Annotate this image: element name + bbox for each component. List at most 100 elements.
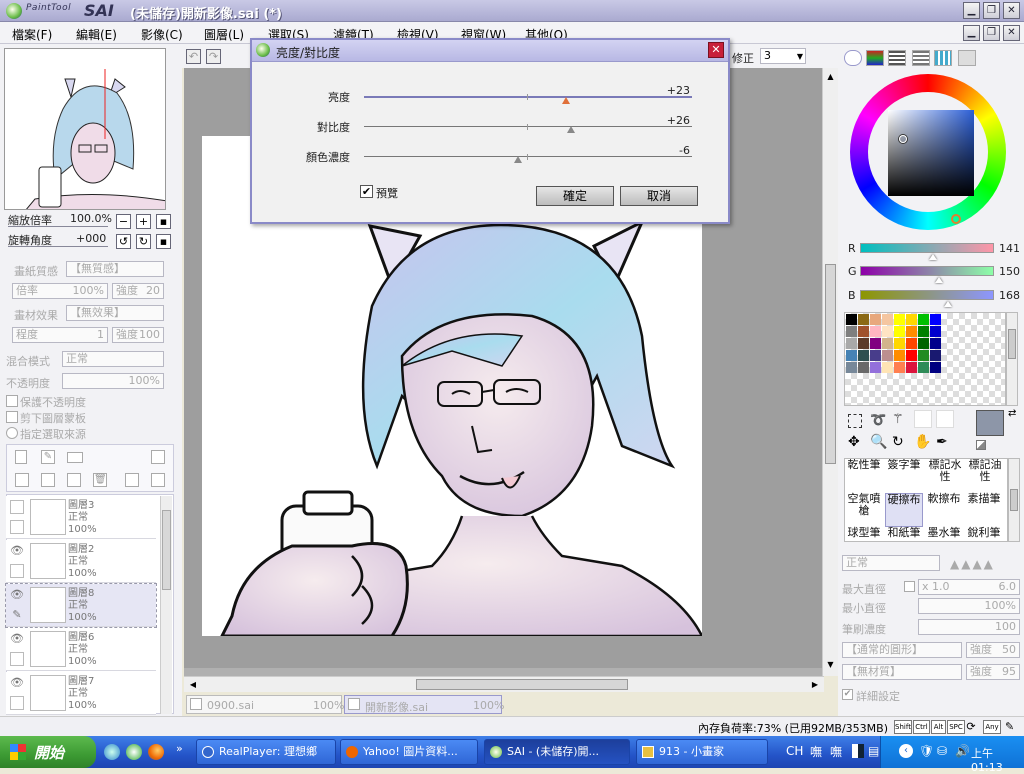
density-field[interactable]: 100: [918, 619, 1020, 635]
apply-mask-icon[interactable]: [151, 473, 165, 487]
palette-swatch[interactable]: [918, 338, 929, 349]
contrast-slider[interactable]: [364, 126, 692, 127]
eye-icon[interactable]: 👁: [10, 588, 24, 602]
scroll-right-icon[interactable]: ▶: [808, 678, 822, 691]
brush-texture-strength-field[interactable]: 強度 95: [966, 664, 1020, 680]
zoom-in-button[interactable]: +: [136, 214, 151, 229]
menu-layer[interactable]: 圖層(L): [204, 26, 244, 43]
ime-icon[interactable]: 嘸: [810, 743, 822, 760]
palette-swatch[interactable]: [906, 362, 917, 373]
mixer-mode-icon[interactable]: [912, 50, 930, 66]
blend-mode-select[interactable]: 正常: [62, 351, 164, 367]
swatch-grid[interactable]: [844, 312, 1006, 406]
g-slider[interactable]: [860, 266, 994, 276]
palette-swatch[interactable]: [870, 326, 881, 337]
menu-edit[interactable]: 編輯(E): [76, 26, 117, 43]
swatch-scrollbar[interactable]: [1006, 312, 1018, 406]
paper-texture-select[interactable]: 【無質感】: [66, 261, 164, 277]
saturation-thumb[interactable]: [514, 156, 523, 163]
menu-file[interactable]: 檔案(F): [12, 26, 52, 43]
hand-icon[interactable]: ✋: [914, 434, 931, 450]
opacity-slider[interactable]: 100%: [62, 373, 164, 389]
palette-swatch[interactable]: [930, 326, 941, 337]
palette-swatch[interactable]: [894, 314, 905, 325]
palette-swatch[interactable]: [870, 314, 881, 325]
scroll-down-icon[interactable]: ▼: [824, 658, 837, 672]
clip-group-checkbox[interactable]: [6, 411, 18, 423]
g-thumb[interactable]: [935, 277, 943, 283]
brush-texture-select[interactable]: 【無材質】: [842, 664, 962, 680]
ok-button[interactable]: 確定: [536, 186, 614, 206]
layer-row[interactable]: 👁 圖層6 正常 100%: [6, 628, 156, 671]
layer-lock-toggle[interactable]: [10, 564, 24, 578]
palette-swatch[interactable]: [846, 326, 857, 337]
task-realplayer[interactable]: RealPlayer: 理想鄉: [196, 739, 336, 765]
tool-ballpoint[interactable]: 球型筆: [845, 527, 883, 541]
detail-settings-checkbox[interactable]: ✔: [842, 689, 853, 700]
quicklaunch-media-icon[interactable]: [126, 744, 142, 760]
clear-layer-icon[interactable]: [67, 473, 81, 487]
palette-swatch[interactable]: [846, 350, 857, 361]
task-yahoo[interactable]: Yahoo! 圖片資料...: [340, 739, 478, 765]
max-size-checkbox[interactable]: [904, 581, 915, 592]
hsv-slider-mode-icon[interactable]: [888, 50, 906, 66]
palette-swatch[interactable]: [918, 362, 929, 373]
tool-airbrush[interactable]: 空氣噴槍: [845, 493, 883, 527]
start-button[interactable]: 開始: [0, 736, 96, 768]
b-value[interactable]: 168: [999, 289, 1020, 302]
palette-swatch[interactable]: [930, 350, 941, 361]
layer-row[interactable]: 👁 圖層7 正常 100%: [6, 672, 156, 715]
saturation-slider[interactable]: [364, 156, 692, 157]
canvas-hscroll-thumb[interactable]: [416, 679, 628, 690]
tool-scroll-thumb[interactable]: [1010, 489, 1018, 511]
tool-marker-water[interactable]: 標記水性: [925, 459, 965, 493]
layer-row[interactable]: 👁 圖層2 正常 100%: [6, 540, 156, 583]
palette-swatch[interactable]: [870, 350, 881, 361]
magic-wand-icon[interactable]: ⚚: [892, 412, 904, 427]
menu-image[interactable]: 影像(C): [141, 26, 183, 43]
task-paint[interactable]: 913 - 小畫家: [636, 739, 768, 765]
brush-shape-select[interactable]: 【通常的圓形】: [842, 642, 962, 658]
palette-swatch[interactable]: [930, 338, 941, 349]
palette-swatch[interactable]: [858, 362, 869, 373]
volume-icon[interactable]: 🔊: [955, 744, 970, 758]
cancel-button[interactable]: 取消: [620, 186, 698, 206]
doc-maximize-button[interactable]: ❐: [983, 25, 1000, 41]
ime-mode-icon[interactable]: 嘸: [830, 743, 842, 760]
tool-hard-eraser[interactable]: 硬擦布: [885, 493, 923, 527]
swatch-mode-icon[interactable]: [934, 50, 952, 66]
tool-sharp-pen[interactable]: 銳利筆: [965, 527, 1003, 541]
tool-dry-brush[interactable]: 乾性筆: [845, 459, 883, 493]
pencil-icon[interactable]: ✎: [10, 608, 24, 622]
paper-degree-field[interactable]: 程度 1: [12, 327, 108, 343]
preserve-opacity-checkbox[interactable]: [6, 395, 18, 407]
maximize-button[interactable]: ❐: [983, 2, 1000, 19]
transfer-down-icon[interactable]: [15, 473, 29, 487]
quicklaunch-browser-icon[interactable]: [104, 744, 120, 760]
zoom-slider[interactable]: [8, 226, 108, 227]
color-wheel-mode-icon[interactable]: [844, 50, 862, 66]
canvas-vscrollbar[interactable]: ▲ ▼: [822, 68, 838, 676]
palette-swatch[interactable]: [906, 314, 917, 325]
merge-down-icon[interactable]: [41, 473, 55, 487]
rgb-slider-mode-icon[interactable]: [866, 50, 884, 66]
r-value[interactable]: 141: [999, 242, 1020, 255]
fill-layer-icon[interactable]: [125, 473, 139, 487]
swap-colors-icon[interactable]: ⇄: [1008, 408, 1016, 419]
b-thumb[interactable]: [944, 301, 952, 307]
rotate-reset-button[interactable]: ▪: [156, 234, 171, 249]
palette-swatch[interactable]: [858, 338, 869, 349]
layer-lock-toggle[interactable]: [10, 520, 24, 534]
palette-swatch[interactable]: [882, 362, 893, 373]
hue-ring-cursor[interactable]: [951, 214, 961, 224]
selection-source-radio[interactable]: [6, 427, 18, 439]
zoom-value[interactable]: 100.0%: [70, 212, 112, 225]
rotate-left-button[interactable]: ↺: [116, 234, 131, 249]
halfwidth-icon[interactable]: [852, 744, 864, 758]
palette-swatch[interactable]: [846, 314, 857, 325]
palette-swatch[interactable]: [894, 350, 905, 361]
saturation-value-square[interactable]: [888, 110, 974, 196]
palette-swatch[interactable]: [870, 338, 881, 349]
task-sai[interactable]: SAI - (未儲存)開...: [484, 739, 630, 765]
layers-scroll-thumb[interactable]: [162, 510, 171, 590]
